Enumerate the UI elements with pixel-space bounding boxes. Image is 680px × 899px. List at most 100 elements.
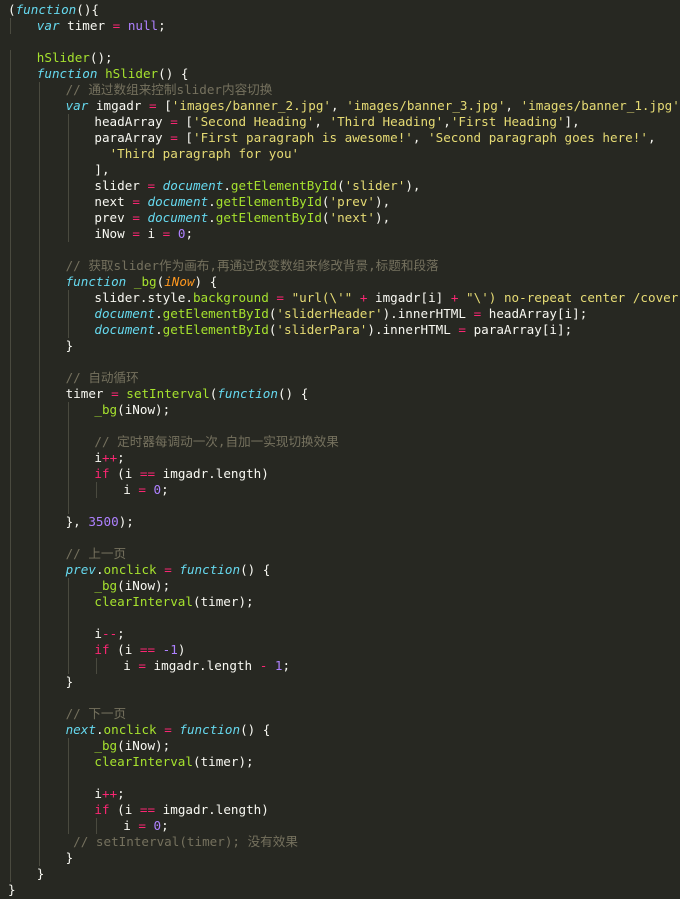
code-editor[interactable]: (function(){var timer = null; hSlider(); f…: [0, 0, 680, 899]
indent-guide: [67, 434, 69, 450]
code-token: iNow: [94, 226, 133, 241]
code-token: ==: [139, 802, 156, 817]
code-token: imgadr: [88, 98, 150, 113]
indent-guide: [67, 146, 69, 162]
indent-guide: [38, 210, 40, 226]
indent-guide: [10, 546, 11, 562]
indent-guide: [38, 130, 40, 146]
code-line: if (i == imgadr.length): [94, 466, 268, 482]
code-token: imgadr.length: [145, 658, 260, 673]
indent-guide: [38, 146, 40, 162]
code-token: 'Second paragraph goes here!': [428, 130, 648, 145]
indent-guide: [67, 306, 69, 322]
code-token: -1: [162, 642, 178, 657]
code-line: i = 0;: [123, 818, 169, 834]
code-line: if (i == imgadr.length): [94, 802, 268, 818]
indent-guide: [10, 738, 11, 754]
code-token: // 下一页: [65, 706, 127, 721]
indent-guide: [38, 834, 40, 850]
indent-guide: [10, 370, 11, 386]
code-token: i: [139, 226, 163, 241]
indent-guide: [67, 770, 69, 786]
code-line: slider = document.getElementById('slider…: [94, 178, 420, 194]
code-token: 'next': [329, 210, 376, 225]
indent-guide: [10, 306, 11, 322]
code-line: // 定时器每调动一次,自加一实现切换效果: [94, 434, 338, 450]
indent-guide: [10, 242, 11, 258]
code-token: prev: [94, 210, 133, 225]
code-token: ,: [443, 114, 451, 129]
indent-guide: [38, 610, 40, 626]
indent-guide: [38, 178, 40, 194]
code-token: i: [123, 818, 139, 833]
code-token: next: [65, 722, 96, 737]
code-line: }, 3500);: [66, 514, 134, 530]
code-token: ++: [101, 786, 118, 801]
code-token: function: [179, 562, 241, 577]
indent-guide: [38, 306, 40, 322]
code-token: ) {: [194, 274, 218, 289]
code-token: getElementById: [215, 194, 322, 209]
indent-guide: [10, 482, 11, 498]
indent-guide: [10, 498, 11, 514]
code-token: =: [164, 562, 172, 577]
code-token: (: [321, 194, 330, 209]
code-line: // 自动循环: [66, 370, 139, 386]
code-token: }: [65, 338, 74, 353]
code-token: next: [94, 194, 133, 209]
code-token: 0: [153, 818, 162, 833]
code-token: .: [223, 178, 231, 193]
indent-guide: [10, 338, 11, 354]
indent-guide: [38, 114, 40, 130]
code-token: (timer);: [192, 594, 254, 609]
indent-guide: [38, 242, 40, 258]
indent-guide: [38, 722, 40, 738]
indent-guide: [38, 594, 40, 610]
indent-guide: [38, 482, 40, 498]
code-token: function: [217, 386, 278, 401]
code-token: [: [177, 130, 193, 145]
indent-guide: [38, 418, 40, 434]
code-token: 0: [153, 482, 162, 497]
code-token: function: [15, 2, 77, 17]
indent-guide: [38, 642, 40, 658]
indent-guide: [38, 258, 40, 274]
code-line: next.onclick = function() {: [66, 722, 271, 738]
code-token: .: [95, 722, 104, 737]
code-line: ],: [94, 162, 109, 178]
code-line: hSlider();: [37, 50, 113, 66]
indent-guide: [10, 866, 11, 882]
code-line: }: [8, 882, 16, 898]
code-token: 'Second Heading': [192, 114, 315, 129]
indent-guide: [67, 130, 69, 146]
code-line: 'Third paragraph for you': [94, 146, 300, 162]
code-token: ==: [139, 642, 156, 657]
code-token: 'images/banner_2.jpg': [171, 98, 332, 113]
indent-guide: [38, 274, 40, 290]
code-token: document: [162, 178, 224, 193]
code-token: ],: [564, 114, 580, 129]
code-token: setInterval: [126, 386, 210, 401]
indent-guide: [67, 818, 69, 834]
indent-guide: [67, 738, 69, 754]
code-token: =: [170, 114, 178, 129]
indent-guide: [38, 530, 40, 546]
indent-guide: [10, 642, 11, 658]
indent-guide: [38, 770, 40, 786]
code-token: i: [123, 482, 139, 497]
indent-guide: [67, 786, 69, 802]
code-token: headArray: [94, 114, 171, 129]
code-line: prev.onclick = function() {: [66, 562, 271, 578]
code-token: }: [8, 882, 16, 897]
code-token: getElementById: [162, 322, 269, 337]
code-token: // 定时器每调动一次,自加一实现切换效果: [94, 434, 339, 449]
code-token: paraArray[i];: [466, 322, 573, 337]
indent-guide: [10, 610, 11, 626]
indent-guide: [38, 162, 40, 178]
